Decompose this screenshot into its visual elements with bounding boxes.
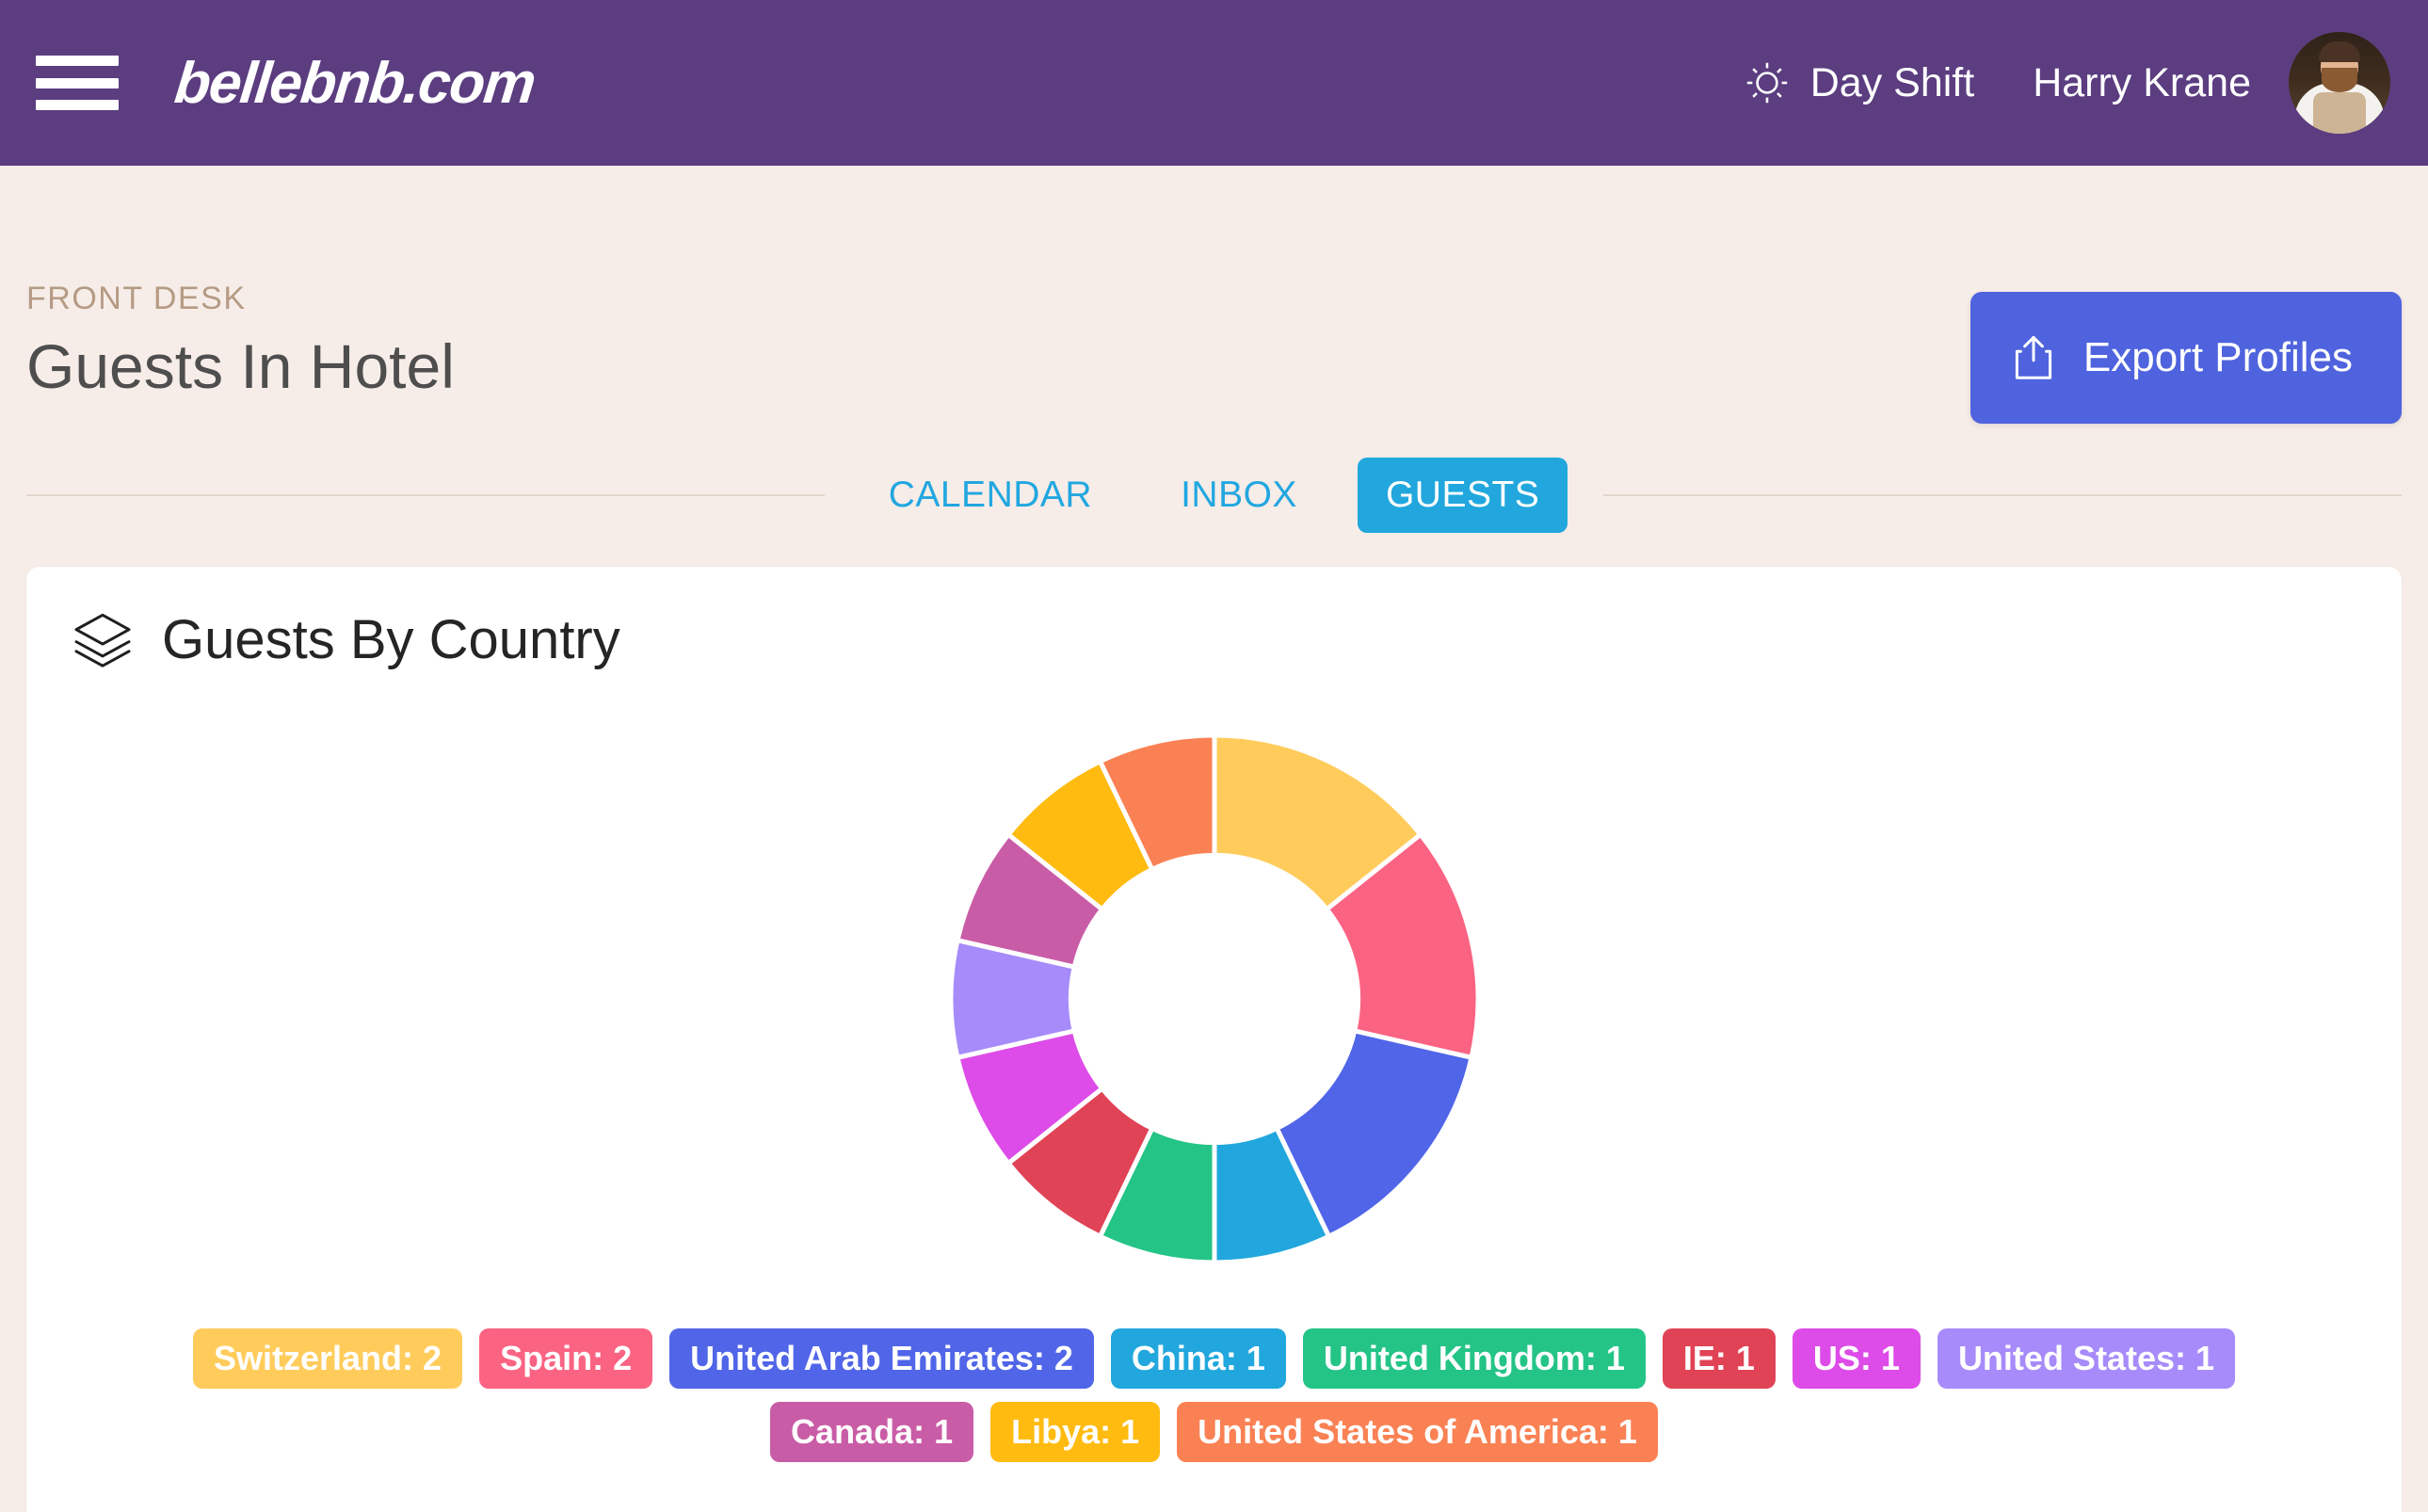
legend-chip[interactable]: Switzerland: 2 [193,1328,463,1389]
divider-left [26,494,825,496]
page-container: FRONT DESK Guests In Hotel Export Profil… [0,166,2428,1512]
divider-right [1603,494,2403,496]
hamburger-line [36,56,119,66]
legend-chip[interactable]: United States of America: 1 [1177,1401,1658,1462]
legend-chip[interactable]: United Kingdom: 1 [1302,1328,1646,1389]
share-upload-icon [2015,335,2051,379]
hamburger-line [36,100,119,110]
legend-chip[interactable]: China: 1 [1110,1328,1286,1389]
legend-chip[interactable]: IE: 1 [1662,1328,1776,1389]
legend-chip[interactable]: United States: 1 [1937,1328,2235,1389]
menu-toggle-button[interactable] [36,50,119,116]
export-profiles-button[interactable]: Export Profiles [1970,292,2402,424]
card-title: Guests By Country [162,609,620,670]
avatar[interactable] [2289,32,2390,134]
chart-legend: Switzerland: 2 Spain: 2 United Arab Emirat… [72,1328,2356,1462]
card-header: Guests By Country [72,608,2356,671]
hamburger-line [36,77,119,88]
page-titles: FRONT DESK Guests In Hotel [26,281,1970,401]
tab-list: CALENDAR INBOX GUESTS [860,458,1568,533]
avatar-apron [2313,92,2366,134]
breadcrumb: FRONT DESK [26,281,247,316]
legend-chip[interactable]: United Arab Emirates: 2 [669,1328,1094,1389]
brand-logo[interactable]: bellebnb.com [171,50,538,117]
guests-by-country-donut-chart[interactable] [913,698,1516,1300]
day-shift-label: Day Shift [1809,59,1975,105]
layers-icon [74,613,131,668]
legend-chip[interactable]: US: 1 [1792,1328,1921,1389]
top-navigation-bar: bellebnb.com Day Shift Harry Krane [0,0,2428,166]
export-profiles-label: Export Profiles [2082,334,2353,380]
tab-inbox[interactable]: INBOX [1152,458,1326,533]
tab-guests[interactable]: GUESTS [1357,458,1568,533]
page-title: Guests In Hotel [26,331,455,401]
topbar-right-group: Day Shift Harry Krane [1745,32,2390,134]
tab-calendar[interactable]: CALENDAR [860,458,1120,533]
sun-icon [1746,62,1787,104]
legend-chip[interactable]: Spain: 2 [479,1328,653,1389]
avatar-beard [2322,68,2357,92]
day-shift-button[interactable]: Day Shift [1745,60,1974,106]
page-header: FRONT DESK Guests In Hotel Export Profil… [26,166,2402,424]
legend-chip[interactable]: Libya: 1 [990,1401,1161,1462]
legend-chip[interactable]: Canada: 1 [770,1401,974,1462]
tabs-row: CALENDAR INBOX GUESTS [26,458,2403,533]
donut-chart-container [72,698,2356,1300]
guests-by-country-card: Guests By Country Switzerland: 2 Spain: 2… [26,567,2402,1512]
user-name-label[interactable]: Harry Krane [2033,60,2251,106]
